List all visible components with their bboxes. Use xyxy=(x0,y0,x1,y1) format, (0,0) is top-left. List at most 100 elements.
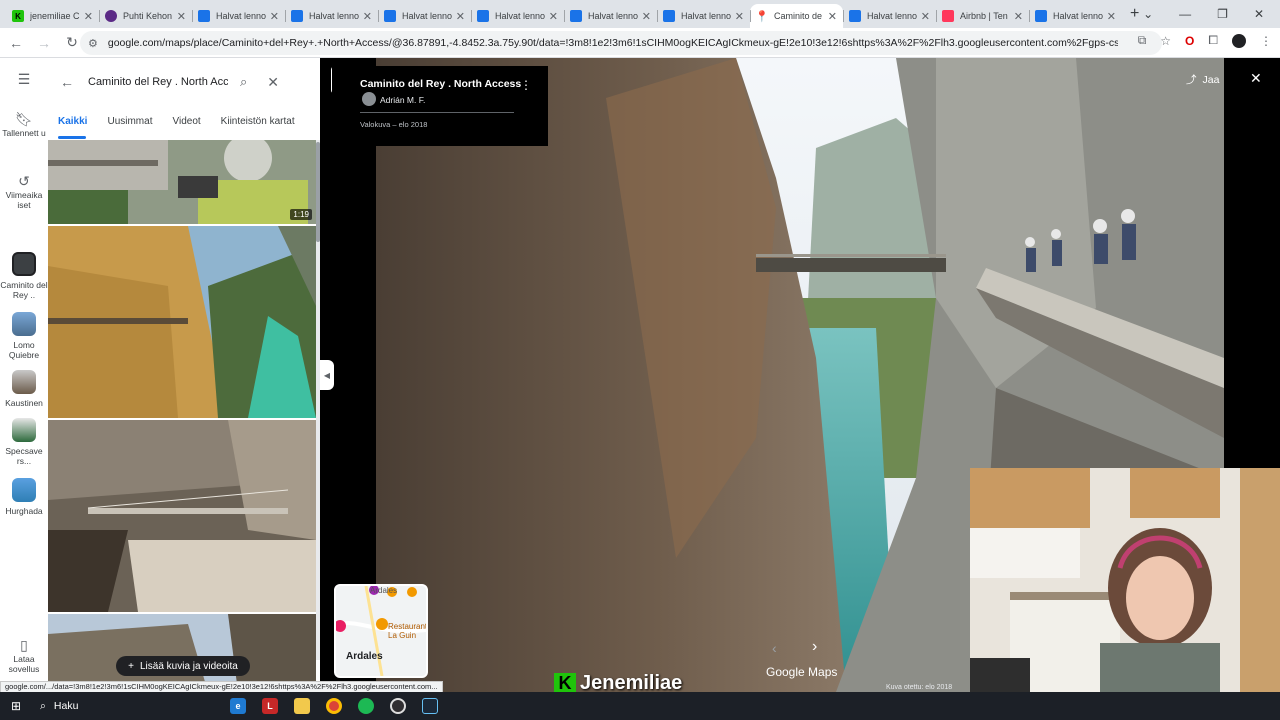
share-button[interactable]: ⤴ Jaa xyxy=(1186,72,1219,87)
rail-item-hurghada[interactable]: Hurghada xyxy=(0,478,48,516)
video-thumbnail-image xyxy=(48,140,316,224)
browser-tab-active[interactable]: 📍 Caminito de ✕ xyxy=(750,4,843,28)
browser-tab[interactable]: Halvat lenno ✕ xyxy=(1029,4,1122,28)
rail-item-caminito[interactable]: Caminito del Rey .. xyxy=(0,252,48,300)
next-photo-icon[interactable]: › xyxy=(812,638,817,656)
extensions-icon[interactable]: ⧠ xyxy=(1208,33,1218,48)
minimize-icon[interactable]: — xyxy=(1179,7,1191,21)
close-tab-icon[interactable]: ✕ xyxy=(84,10,93,23)
tab-latest[interactable]: Uusimmat xyxy=(107,116,152,127)
tab-all[interactable]: Kaikki xyxy=(58,116,87,127)
site-info-icon[interactable]: ⚙ xyxy=(88,37,98,50)
place-title[interactable]: Caminito del Rey . North Access xyxy=(360,78,521,90)
obs-icon[interactable] xyxy=(390,698,406,714)
profile-avatar-icon[interactable] xyxy=(1232,33,1246,48)
lightworks-icon[interactable]: L xyxy=(262,698,278,714)
address-bar[interactable]: ⚙ google.com/maps/place/Caminito+del+Rey… xyxy=(80,31,1162,55)
capture-date: Kuva otettu: elo 2018 xyxy=(886,684,953,691)
rail-item-specsavers[interactable]: Specsave rs... xyxy=(0,418,48,466)
file-explorer-icon[interactable] xyxy=(294,698,310,714)
close-tab-icon[interactable]: ✕ xyxy=(1014,10,1023,23)
plus-icon: + xyxy=(128,660,134,672)
rail-item-recent[interactable]: ↺ Viimeaika iset xyxy=(0,173,48,210)
menu-button[interactable]: ☰ xyxy=(0,71,48,88)
more-options-icon[interactable]: ⋮ xyxy=(520,78,532,92)
tab-search-icon[interactable]: ⌄ xyxy=(1143,7,1153,21)
close-tab-icon[interactable]: ✕ xyxy=(549,10,558,23)
flight-icon xyxy=(477,10,489,22)
collapse-panel-button[interactable]: ◀ xyxy=(320,360,334,390)
edge-icon[interactable]: e xyxy=(230,698,246,714)
rail-item-get-app[interactable]: ▯ Lataa sovellus xyxy=(0,637,48,674)
browser-tab[interactable]: Halvat lenno ✕ xyxy=(564,4,657,28)
place-thumb-icon xyxy=(12,370,36,394)
photo-thumbnail[interactable] xyxy=(48,420,316,612)
install-app-icon[interactable]: ⧉ xyxy=(1138,33,1147,48)
photo-thumbnail[interactable] xyxy=(48,226,316,418)
back-icon[interactable]: ← xyxy=(4,35,28,51)
browser-tab[interactable]: Halvat lenno ✕ xyxy=(657,4,750,28)
restore-icon[interactable]: ❐ xyxy=(1217,7,1228,21)
add-photos-button[interactable]: + Lisää kuvia ja videoita xyxy=(116,656,250,676)
flight-icon xyxy=(849,10,861,22)
phone-icon: ▯ xyxy=(20,637,28,653)
hamburger-icon: ☰ xyxy=(17,71,31,87)
close-tab-icon[interactable]: ✕ xyxy=(270,10,279,23)
forward-icon[interactable]: → xyxy=(32,35,56,51)
window-controls: ⌄ — ❐ ✕ xyxy=(1143,0,1280,28)
prev-photo-icon[interactable]: ‹ xyxy=(772,640,777,656)
browser-tab[interactable]: Halvat lenno ✕ xyxy=(471,4,564,28)
close-tab-icon[interactable]: ✕ xyxy=(456,10,465,23)
close-tab-icon[interactable]: ✕ xyxy=(1107,10,1116,23)
windows-start-icon[interactable]: ⊞ xyxy=(0,699,32,713)
place-thumb-icon xyxy=(12,312,36,336)
search-box: ← Caminito del Rey . North Acce ⌕ ✕ xyxy=(60,68,310,96)
rail-item-lomo-quiebre[interactable]: Lomo Quiebre xyxy=(0,312,48,360)
minimap[interactable]: Ardales Restaurante La Guin Ardales xyxy=(334,584,428,678)
photo-tabs: Kaikki Uusimmat Videot Kiinteistön karta… xyxy=(58,116,295,127)
clear-search-icon[interactable]: ✕ xyxy=(267,74,279,91)
chevron-left-icon: ◀ xyxy=(323,370,331,380)
close-tab-icon[interactable]: ✕ xyxy=(177,10,186,23)
flight-icon xyxy=(198,10,210,22)
opera-extension-icon[interactable]: O xyxy=(1185,34,1194,48)
flight-icon xyxy=(663,10,675,22)
browser-tab[interactable]: Airbnb | Ten ✕ xyxy=(936,4,1029,28)
spotify-icon[interactable] xyxy=(358,698,374,714)
search-icon[interactable]: ⌕ xyxy=(240,74,247,90)
author-name[interactable]: Adrián M. F. xyxy=(380,95,425,105)
gorge-walkway-image xyxy=(48,226,316,418)
browser-tab[interactable]: Halvat lenno ✕ xyxy=(378,4,471,28)
browser-tab[interactable]: Halvat lenno ✕ xyxy=(285,4,378,28)
tab-videos[interactable]: Videot xyxy=(172,116,200,127)
more-menu-icon[interactable]: ⋮ xyxy=(1260,34,1272,48)
search-input[interactable]: Caminito del Rey . North Acce xyxy=(88,76,228,88)
new-tab-icon[interactable]: + xyxy=(1130,5,1139,23)
flight-icon xyxy=(384,10,396,22)
close-window-icon[interactable]: ✕ xyxy=(1254,7,1264,21)
browser-tab[interactable]: Puhti Kehon ✕ xyxy=(99,4,192,28)
green-k-icon: K xyxy=(12,10,24,22)
browser-tab[interactable]: Kjenemiliae C ✕ xyxy=(6,4,99,28)
taskbar-search[interactable]: ⌕ Haku xyxy=(32,692,222,720)
close-tab-icon[interactable]: ✕ xyxy=(921,10,930,23)
close-tab-icon[interactable]: ✕ xyxy=(735,10,744,23)
close-tab-icon[interactable]: ✕ xyxy=(642,10,651,23)
tab-property-maps[interactable]: Kiinteistön kartat xyxy=(221,116,295,127)
close-tab-icon[interactable]: ✕ xyxy=(828,10,837,23)
airbnb-icon xyxy=(942,10,954,22)
browser-tab[interactable]: Halvat lenno ✕ xyxy=(192,4,285,28)
rail-item-kaustinen[interactable]: Kaustinen xyxy=(0,370,48,408)
steam-icon[interactable] xyxy=(422,698,438,714)
close-viewer-icon[interactable]: ✕ xyxy=(1250,70,1262,87)
photo-thumbnail[interactable]: 1:19 xyxy=(48,140,316,224)
browser-tab[interactable]: Halvat lenno ✕ xyxy=(843,4,936,28)
history-icon: ↺ xyxy=(18,173,30,189)
close-tab-icon[interactable]: ✕ xyxy=(363,10,372,23)
chrome-icon[interactable] xyxy=(326,698,342,714)
back-arrow-icon[interactable]: ← xyxy=(60,74,88,90)
rail-item-saved[interactable]: 🔖︎ Tallennett u xyxy=(0,112,48,138)
google-maps-watermark: Google Maps xyxy=(766,665,838,679)
photo-meta: Valokuva – elo 2018 xyxy=(360,120,428,129)
bookmark-star-icon[interactable]: ☆ xyxy=(1160,34,1171,48)
